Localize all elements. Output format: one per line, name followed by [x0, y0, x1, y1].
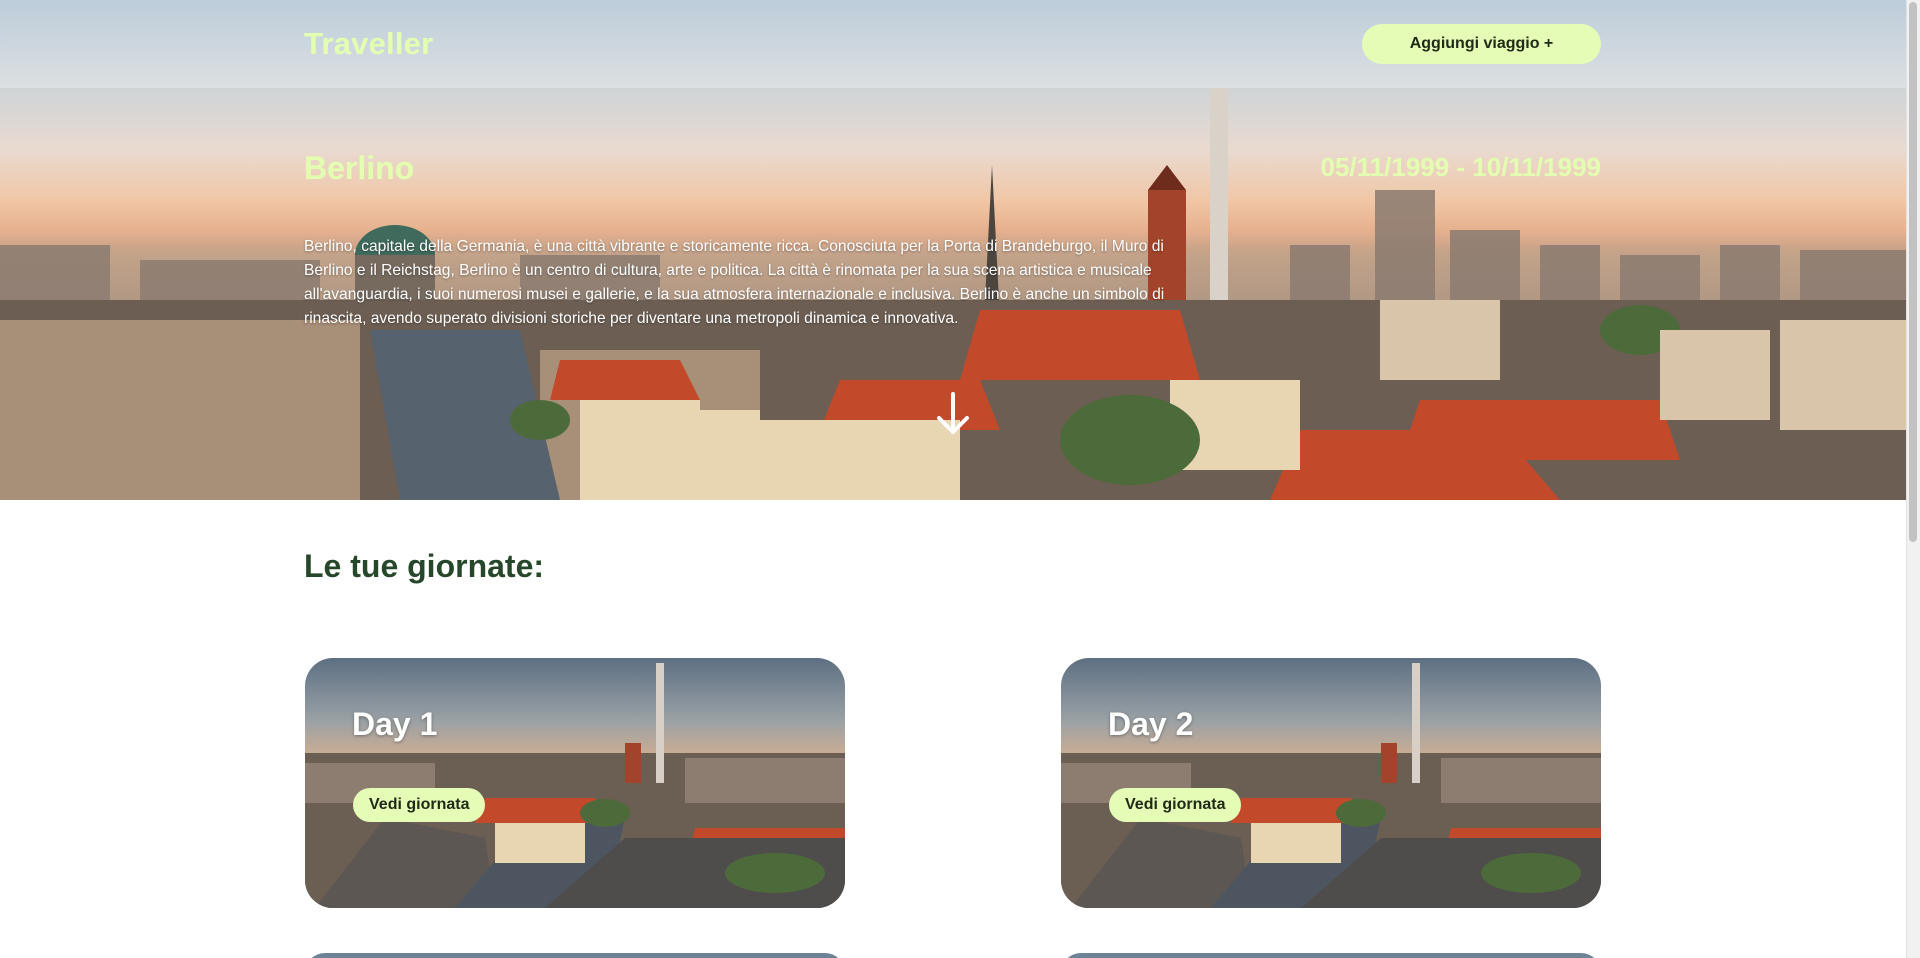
day-card-image: [1061, 663, 1601, 908]
day-card[interactable]: Day 1 Vedi giornata: [305, 658, 845, 908]
day-card-partial[interactable]: [305, 953, 845, 958]
day-card-title: Day 1: [352, 706, 438, 742]
add-trip-button[interactable]: Aggiungi viaggio +: [1362, 24, 1601, 64]
day-card-title: Day 2: [1108, 706, 1194, 742]
view-day-button[interactable]: Vedi giornata: [1109, 788, 1242, 822]
days-section-title: Le tue giornate:: [304, 548, 545, 584]
day-card-partial[interactable]: [1061, 953, 1601, 958]
day-card-image: [305, 663, 845, 908]
brand-logo[interactable]: Traveller: [304, 26, 433, 62]
day-card[interactable]: Day 2 Vedi giornata: [1061, 658, 1601, 908]
scrollbar-thumb[interactable]: [1909, 2, 1917, 542]
trip-description: Berlino, capitale della Germania, è una …: [304, 238, 1165, 327]
trip-dates: 05/11/1999 - 10/11/1999: [1320, 152, 1602, 182]
trip-city-title: Berlino: [304, 150, 415, 186]
hero-banner: Traveller Aggiungi viaggio + Berlino 05/…: [0, 0, 1906, 500]
page-scrollbar[interactable]: [1906, 0, 1920, 958]
arrow-down-icon[interactable]: [935, 392, 971, 436]
view-day-button[interactable]: Vedi giornata: [353, 788, 486, 822]
top-navigation-bar: Traveller Aggiungi viaggio +: [0, 0, 1906, 88]
